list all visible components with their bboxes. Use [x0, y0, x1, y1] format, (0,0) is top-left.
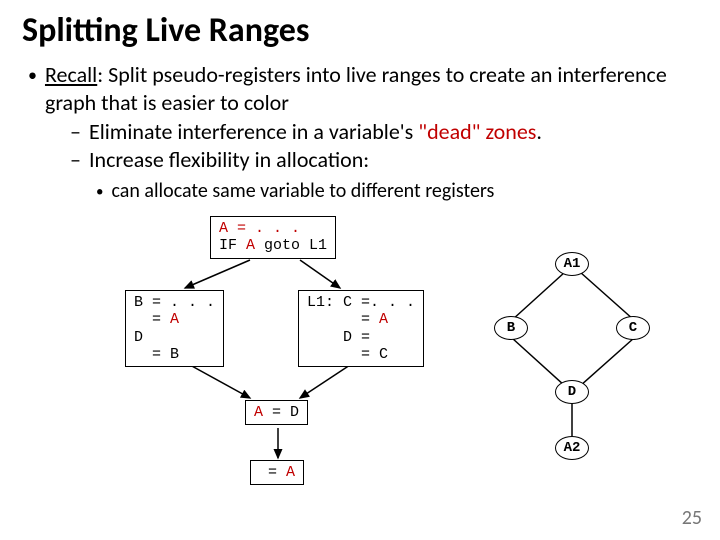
dash: – [70, 118, 81, 146]
code-block-left: B = . . . = A D = B [125, 290, 224, 367]
bullet-recall-text: Recall: Split pseudo-registers into live… [45, 61, 692, 116]
graph-node-a1: A1 [555, 252, 589, 276]
graph-node-a2: A2 [555, 436, 589, 460]
dash: – [70, 146, 81, 174]
code-block-merge: A = D [245, 400, 308, 425]
sub-bullets: – Eliminate interference in a variable's… [28, 118, 692, 173]
graph-node-d: D [555, 380, 589, 404]
interference-graph: A1 B C D A2 [480, 248, 680, 468]
bullet-dot: • [96, 179, 103, 204]
sub-allocate: • can allocate same variable to differen… [28, 179, 692, 204]
graph-edges [480, 248, 680, 468]
bullet-recall: • Recall: Split pseudo-registers into li… [28, 61, 692, 116]
graph-node-b: B [494, 316, 528, 340]
recall-underline: Recall [45, 61, 97, 88]
bullet-dot: • [28, 61, 37, 116]
code-block-right: L1: C =. . . = A D = = C [298, 290, 424, 367]
sub-eliminate: – Eliminate interference in a variable's… [70, 118, 692, 146]
diagram: A = . . . IF A goto L1 B = . . . = A D =… [0, 210, 720, 530]
bullet-list: • Recall: Split pseudo-registers into li… [0, 59, 720, 204]
code-block-use: = A [250, 460, 304, 485]
sub-flexibility: – Increase flexibility in allocation: [70, 146, 692, 174]
slide-title: Splitting Live Ranges [0, 0, 720, 59]
graph-node-c: C [616, 316, 650, 340]
code-block-entry: A = . . . IF A goto L1 [210, 216, 336, 259]
page-number: 25 [682, 506, 702, 530]
